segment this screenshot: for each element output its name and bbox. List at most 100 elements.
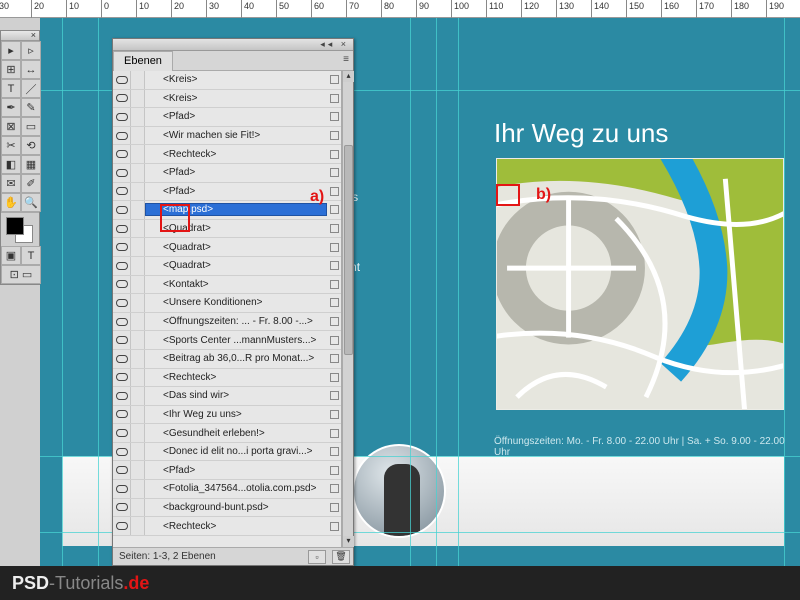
layer-name[interactable]: <Kreis> <box>145 74 327 85</box>
layer-row[interactable]: <Kreis> <box>113 90 341 109</box>
layer-name[interactable]: <Gesundheit erleben!> <box>145 428 327 439</box>
layer-row[interactable]: <Beitrag ab 36,0...R pro Monat...> <box>113 350 341 369</box>
close-icon[interactable]: × <box>31 30 36 40</box>
layer-name[interactable]: <Sports Center ...mannMusters...> <box>145 335 327 346</box>
rect-frame-tool[interactable]: ⊠ <box>1 117 21 136</box>
layer-row[interactable]: <Pfad> <box>113 183 341 202</box>
lock-column[interactable] <box>131 90 145 108</box>
target-square-icon[interactable] <box>327 313 341 331</box>
layer-name[interactable]: <Das sind wir> <box>145 390 327 401</box>
gradient-swatch-tool[interactable]: ◧ <box>1 155 21 174</box>
target-square-icon[interactable] <box>327 108 341 126</box>
visibility-icon[interactable] <box>113 164 131 182</box>
visibility-icon[interactable] <box>113 201 131 219</box>
visibility-icon[interactable] <box>113 127 131 145</box>
lock-column[interactable] <box>131 127 145 145</box>
direct-select-tool[interactable]: ▹ <box>21 41 41 60</box>
lock-column[interactable] <box>131 517 145 535</box>
visibility-icon[interactable] <box>113 331 131 349</box>
layer-row[interactable]: <Unsere Konditionen> <box>113 294 341 313</box>
layer-name[interactable]: <Rechteck> <box>145 372 327 383</box>
note-tool[interactable]: ✉ <box>1 174 21 193</box>
lock-column[interactable] <box>131 424 145 442</box>
layer-row[interactable]: <Pfad> <box>113 164 341 183</box>
eyedropper-tool[interactable]: ✐ <box>21 174 41 193</box>
layer-row[interactable]: <Quadrat> <box>113 220 341 239</box>
layer-name[interactable]: <Pfad> <box>145 167 327 178</box>
layer-row[interactable]: <Rechteck> <box>113 517 341 536</box>
layer-row[interactable]: <Quadrat> <box>113 257 341 276</box>
gap-tool[interactable]: ↔ <box>21 60 41 79</box>
scroll-thumb[interactable] <box>344 145 353 355</box>
layer-name[interactable]: <Rechteck> <box>145 521 327 532</box>
target-square-icon[interactable] <box>327 480 341 498</box>
layer-row[interactable]: <Gesundheit erleben!> <box>113 424 341 443</box>
target-square-icon[interactable] <box>327 387 341 405</box>
layer-row[interactable]: <Rechteck> <box>113 145 341 164</box>
selection-tool[interactable]: ▸ <box>1 41 21 60</box>
scroll-down-icon[interactable]: ▾ <box>343 536 354 547</box>
visibility-icon[interactable] <box>113 220 131 238</box>
layer-name[interactable]: <Pfad> <box>145 111 327 122</box>
target-square-icon[interactable] <box>327 257 341 275</box>
transform-tool[interactable]: ⟲ <box>21 136 41 155</box>
visibility-icon[interactable] <box>113 499 131 517</box>
visibility-icon[interactable] <box>113 145 131 163</box>
target-square-icon[interactable] <box>327 127 341 145</box>
visibility-icon[interactable] <box>113 443 131 461</box>
target-square-icon[interactable] <box>327 424 341 442</box>
lock-column[interactable] <box>131 294 145 312</box>
layer-row[interactable]: <Wir machen sie Fit!> <box>113 127 341 146</box>
target-square-icon[interactable] <box>327 294 341 312</box>
lock-column[interactable] <box>131 108 145 126</box>
layer-name[interactable]: <Quadrat> <box>145 242 327 253</box>
layer-row[interactable]: <map.psd> <box>113 201 341 220</box>
panel-menu-icon[interactable]: ≡ <box>343 54 349 65</box>
visibility-icon[interactable] <box>113 517 131 535</box>
visibility-icon[interactable] <box>113 90 131 108</box>
target-square-icon[interactable] <box>327 461 341 479</box>
layer-name[interactable]: <Quadrat> <box>145 260 327 271</box>
visibility-icon[interactable] <box>113 108 131 126</box>
hand-tool[interactable]: ✋ <box>1 193 21 212</box>
layer-row[interactable]: <Sports Center ...mannMusters...> <box>113 331 341 350</box>
target-square-icon[interactable] <box>327 145 341 163</box>
target-square-icon[interactable] <box>327 443 341 461</box>
visibility-icon[interactable] <box>113 461 131 479</box>
layer-name[interactable]: <Rechteck> <box>145 149 327 160</box>
lock-column[interactable] <box>131 406 145 424</box>
layer-row[interactable]: <Kontakt> <box>113 276 341 295</box>
visibility-icon[interactable] <box>113 183 131 201</box>
lock-column[interactable] <box>131 461 145 479</box>
layer-name[interactable]: <Öffnungszeiten: ... - Fr. 8.00 -...> <box>145 316 327 327</box>
lock-column[interactable] <box>131 201 145 219</box>
layer-row[interactable]: <Kreis> <box>113 71 341 90</box>
layer-row[interactable]: <Öffnungszeiten: ... - Fr. 8.00 -...> <box>113 313 341 332</box>
target-square-icon[interactable] <box>327 90 341 108</box>
layer-name[interactable]: <Wir machen sie Fit!> <box>145 130 327 141</box>
panel-controls[interactable]: ◂◂ × <box>320 39 349 50</box>
target-square-icon[interactable] <box>327 369 341 387</box>
scissors-tool[interactable]: ✂ <box>1 136 21 155</box>
visibility-icon[interactable] <box>113 276 131 294</box>
target-square-icon[interactable] <box>327 220 341 238</box>
target-square-icon[interactable] <box>327 276 341 294</box>
view-mode-tool[interactable]: ⊡ ▭ <box>1 265 41 284</box>
layer-name[interactable]: <background-bunt.psd> <box>145 502 327 513</box>
fill-swatch[interactable] <box>6 217 24 235</box>
toolbox-header[interactable]: × <box>1 31 39 41</box>
layer-row[interactable]: <Pfad> <box>113 108 341 127</box>
apply-container-tool[interactable]: ▣ <box>1 246 21 265</box>
target-square-icon[interactable] <box>327 201 341 219</box>
visibility-icon[interactable] <box>113 387 131 405</box>
gradient-tool[interactable]: ▦ <box>21 155 41 174</box>
layer-name[interactable]: <Ihr Weg zu uns> <box>145 409 327 420</box>
layer-name[interactable]: <Unsere Konditionen> <box>145 297 327 308</box>
lock-column[interactable] <box>131 443 145 461</box>
layer-name[interactable]: <Pfad> <box>145 465 327 476</box>
lock-column[interactable] <box>131 331 145 349</box>
visibility-icon[interactable] <box>113 71 131 89</box>
visibility-icon[interactable] <box>113 406 131 424</box>
type-tool[interactable]: T <box>1 79 21 98</box>
visibility-icon[interactable] <box>113 424 131 442</box>
